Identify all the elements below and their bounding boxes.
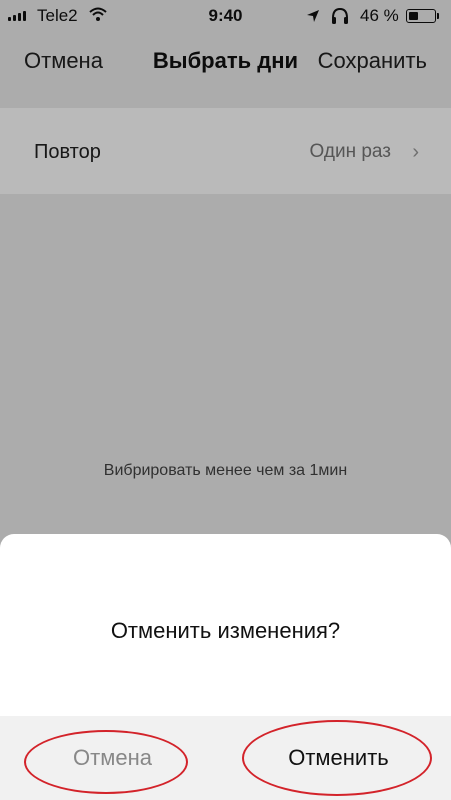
- confirm-dialog: Отменить изменения? Отмена Отменить: [0, 534, 451, 800]
- dialog-cancel-button[interactable]: Отмена: [0, 716, 225, 800]
- dialog-button-row: Отмена Отменить: [0, 716, 451, 800]
- dialog-confirm-button[interactable]: Отменить: [226, 716, 451, 800]
- dialog-question: Отменить изменения?: [110, 618, 341, 643]
